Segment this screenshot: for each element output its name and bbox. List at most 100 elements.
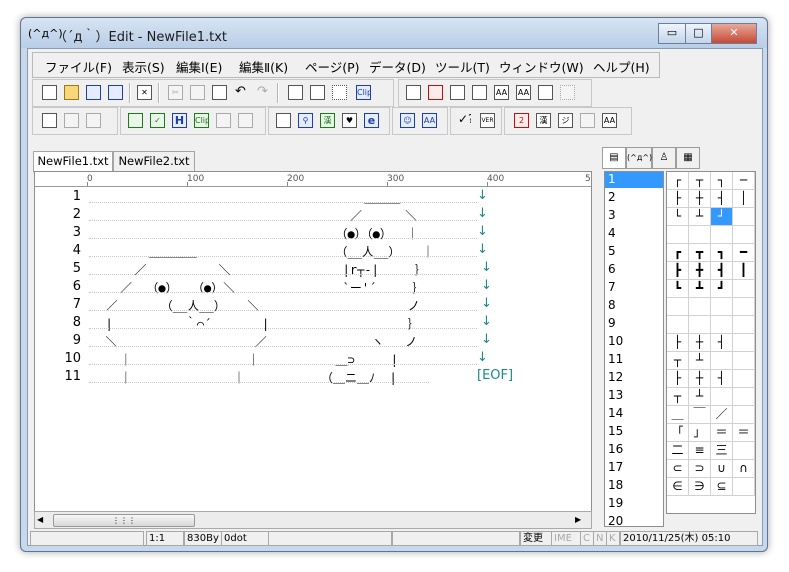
parts-cell[interactable] <box>733 334 755 352</box>
page-list-item[interactable]: 15 <box>608 424 623 440</box>
minimize-button[interactable]: ▭ <box>658 23 686 44</box>
save-icon[interactable] <box>85 84 101 100</box>
open-folder-icon[interactable] <box>63 84 79 100</box>
parts-cell[interactable]: ╋ <box>689 262 711 280</box>
menu-tools[interactable]: ツール(T) <box>435 57 490 76</box>
parts-cell[interactable] <box>667 316 689 334</box>
parts-cell[interactable] <box>733 352 755 370</box>
parts-cell[interactable] <box>711 316 733 334</box>
parts-cell[interactable]: ￣ <box>689 406 711 424</box>
parts-cell[interactable]: ┬ <box>667 352 689 370</box>
parts-cell[interactable]: └ <box>667 208 689 226</box>
align-down-icon[interactable] <box>471 84 487 100</box>
parts-cell[interactable]: ＝ <box>711 424 733 442</box>
page-list-item[interactable]: 17 <box>608 460 623 476</box>
side-tab-grid-icon[interactable]: ▦ <box>676 147 700 169</box>
page-list-item[interactable]: 11 <box>608 352 623 368</box>
page-list-item[interactable]: 1 <box>605 172 663 188</box>
parts-cell[interactable] <box>711 226 733 244</box>
aa-left-icon[interactable]: AA <box>493 84 509 100</box>
page-list[interactable]: 1 2 3 4 5 6 7 8 9 10 11 12 13 14 15 16 17 18 19 20 <box>604 171 664 530</box>
scroll-thumb[interactable]: ⋮⋮⋮ <box>53 514 195 527</box>
parts-cell[interactable]: ┘ <box>711 208 733 226</box>
page-list-item[interactable]: 20 <box>608 514 623 530</box>
page-list-item[interactable]: 7 <box>608 280 616 296</box>
parts-cell[interactable]: ┼ <box>689 190 711 208</box>
aa-right-icon[interactable]: AA <box>515 84 531 100</box>
parts-cell[interactable] <box>711 352 733 370</box>
page-list-item[interactable]: 16 <box>608 442 623 458</box>
parts-cell[interactable]: │ <box>733 190 755 208</box>
check-tool-icon[interactable]: ✓? <box>457 112 473 128</box>
parts-cell[interactable] <box>733 280 755 298</box>
parts-cell[interactable] <box>711 298 733 316</box>
parts-cell[interactable]: ├ <box>667 190 689 208</box>
two-icon[interactable]: 2 <box>513 112 529 128</box>
clip-green-icon[interactable]: Clip <box>193 112 209 128</box>
parts-cell[interactable] <box>689 226 711 244</box>
save-green-icon[interactable] <box>127 112 143 128</box>
page-list-item[interactable]: 5 <box>608 244 616 260</box>
image-icon[interactable] <box>579 112 595 128</box>
parts-cell[interactable] <box>733 406 755 424</box>
parts-cell[interactable]: ┼ <box>689 334 711 352</box>
panel-view-icon[interactable] <box>85 112 101 128</box>
parts-cell[interactable] <box>689 298 711 316</box>
magnify-icon[interactable]: ⚲ <box>297 112 313 128</box>
menu-data[interactable]: データ(D) <box>369 57 426 76</box>
jiro-icon[interactable]: ジ <box>557 112 573 128</box>
page-list-item[interactable]: 18 <box>608 478 623 494</box>
parts-cell[interactable]: ┳ <box>689 244 711 262</box>
page-list-item[interactable]: 9 <box>608 316 616 332</box>
parts-cell[interactable]: ┤ <box>711 370 733 388</box>
parts-cell[interactable] <box>733 316 755 334</box>
split-view-icon[interactable] <box>63 112 79 128</box>
parts-cell[interactable] <box>733 388 755 406</box>
parts-cell[interactable]: ┗ <box>667 280 689 298</box>
aa-box-icon[interactable]: AA <box>601 112 617 128</box>
frame-icon[interactable] <box>275 112 291 128</box>
parts-cell[interactable]: ／／ <box>711 406 733 424</box>
face-icon[interactable]: ☺ <box>399 112 415 128</box>
page-list-item[interactable]: 3 <box>608 208 616 224</box>
grid-dots-icon[interactable] <box>559 84 575 100</box>
side-tab-list-icon[interactable]: ▤ <box>602 147 626 169</box>
parts-cell[interactable] <box>733 226 755 244</box>
parts-cell[interactable]: ∈ <box>667 478 689 496</box>
parts-palette[interactable]: ┌┬┐─├┼┤│└┴┘┏┳┓━┣╋┫┃┗┻┛├┼┤┬┴├┼┤┬┴＿￣／／「」＝＝… <box>666 171 756 514</box>
paste-icon[interactable] <box>211 84 227 100</box>
doc2-icon[interactable] <box>237 112 253 128</box>
menu-edit1[interactable]: 編集Ⅰ(E) <box>176 57 222 76</box>
parts-cell[interactable]: ┴ <box>689 388 711 406</box>
scroll-right-icon[interactable]: ▶ <box>575 514 587 526</box>
redo-icon[interactable]: ↷ <box>255 84 271 100</box>
page-list-item[interactable]: 6 <box>608 262 616 278</box>
select-icon[interactable] <box>287 84 303 100</box>
parts-cell[interactable]: ┓ <box>711 244 733 262</box>
parts-cell[interactable]: ≡ <box>689 442 711 460</box>
rect-select-icon[interactable] <box>331 84 347 100</box>
new-file-icon[interactable] <box>41 84 57 100</box>
kanji-icon[interactable]: 漢 <box>319 112 335 128</box>
parts-cell[interactable]: ＝ <box>733 424 755 442</box>
parts-cell[interactable]: ┛ <box>711 280 733 298</box>
page-list-item[interactable]: 8 <box>608 298 616 314</box>
tab-newfile2[interactable]: NewFile2.txt <box>113 151 195 172</box>
close-button[interactable]: ✕ <box>711 23 757 44</box>
page-list-item[interactable]: 19 <box>608 496 623 512</box>
parts-cell[interactable]: ⊆ <box>711 478 733 496</box>
page-list-item[interactable]: 2 <box>608 190 616 206</box>
horizontal-scrollbar[interactable]: ◀ ⋮⋮⋮ ▶ <box>34 511 592 529</box>
list-view-icon[interactable] <box>41 112 57 128</box>
text-editor[interactable]: 0 100 200 300 400 5 1 2 3 4 5 6 7 8 9 10 11 ＿＿＿ ↓ ／… <box>34 171 592 512</box>
cut-icon[interactable]: ✂ <box>167 84 183 100</box>
parts-cell[interactable]: ∩ <box>733 460 755 478</box>
parts-cell[interactable]: ┴ <box>689 208 711 226</box>
clip-icon[interactable]: Clip <box>355 84 371 100</box>
align-right-icon[interactable] <box>449 84 465 100</box>
parts-cell[interactable]: 「 <box>667 424 689 442</box>
parts-cell[interactable] <box>733 370 755 388</box>
parts-cell[interactable] <box>711 388 733 406</box>
side-tab-person-icon[interactable]: ♙ <box>652 147 676 169</box>
parts-cell[interactable]: ┴ <box>689 352 711 370</box>
